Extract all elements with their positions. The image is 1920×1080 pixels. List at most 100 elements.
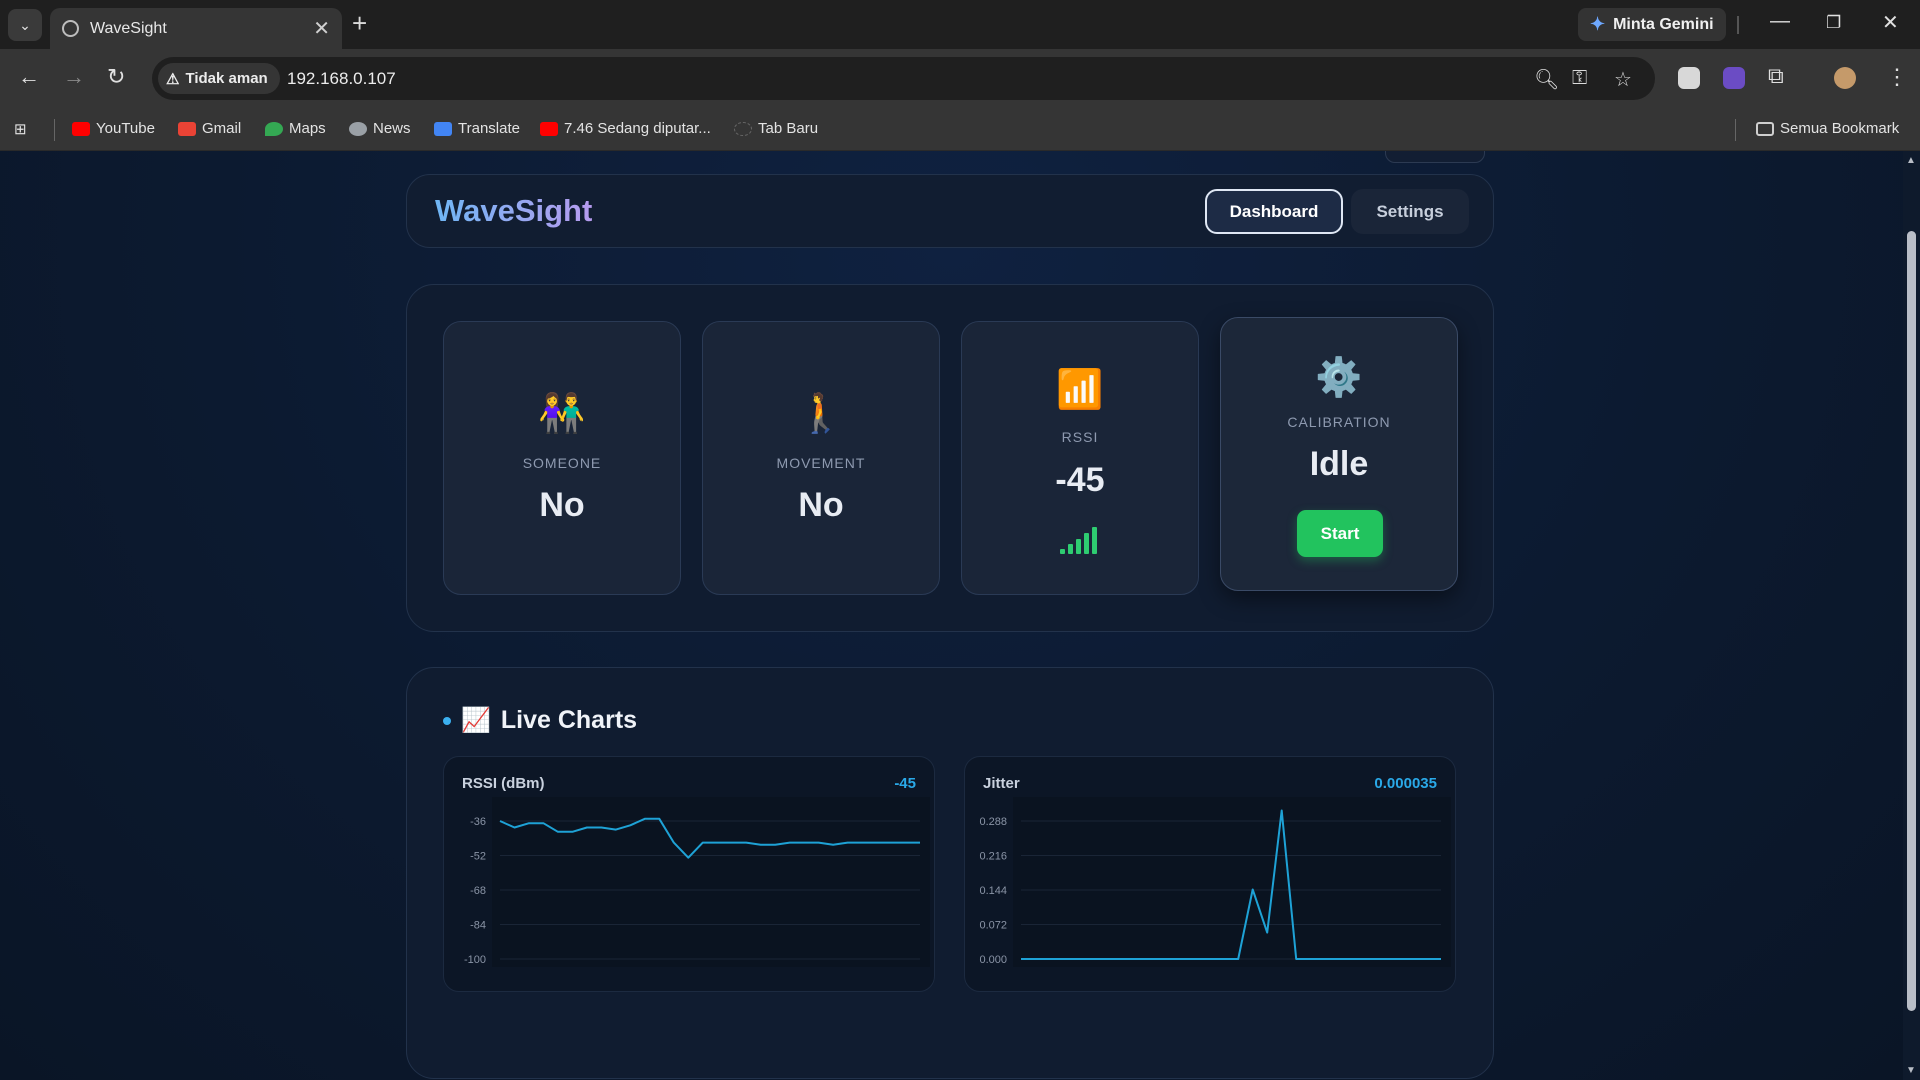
globe-icon [62,20,79,37]
movement-card: 🚶 MOVEMENT No [702,321,940,595]
people-icon: 👫 [538,393,586,435]
page-viewport: WaveSight Dashboard Settings 👫 SOMEONE N… [0,151,1903,1080]
rssi-card: 📶 RSSI -45 [961,321,1199,595]
bookmark-news[interactable]: News [349,120,411,137]
bookmark-label: Tab Baru [758,120,819,137]
jitter-chart-card: Jitter 0.000035 0.288 0.216 0.144 0.072 0.00… [964,756,1456,992]
rssi-chart-card: RSSI (dBm) -45 -36 -52 -68 -84 -100 [443,756,935,992]
bookmark-label: Maps [289,120,326,137]
start-calibration-button[interactable]: Start [1297,510,1383,557]
restore-icon[interactable]: ❐ [1826,13,1841,33]
url-text[interactable]: 192.168.0.107 [287,69,396,89]
zoom-icon[interactable]: 🔍︎ [1534,67,1559,92]
y-tick-label: -84 [470,920,486,932]
gemini-button[interactable]: ✦ Minta Gemini [1578,8,1726,41]
y-tick-label: 0.288 [979,816,1007,828]
security-label: Tidak aman [185,70,268,87]
rssi-chart-current: -45 [894,775,916,792]
chart-increasing-icon: 📈 [461,707,491,734]
charts-title: Live Charts [500,706,638,734]
rssi-chart-title: RSSI (dBm) [462,775,545,792]
chat-extension-icon[interactable] [1678,67,1700,89]
movement-value: No [798,486,844,524]
new-tab-button[interactable]: + [352,8,367,39]
app-header: WaveSight Dashboard Settings [406,174,1494,248]
rssi-label: RSSI [1061,429,1099,445]
bookmark-gmail[interactable]: Gmail [178,120,241,137]
walking-person-icon: 🚶 [797,393,845,435]
someone-label: SOMEONE [522,455,602,471]
minimize-icon[interactable]: — [1770,10,1790,33]
partially-hidden-button[interactable] [1385,151,1485,163]
calibration-value: Idle [1309,445,1369,483]
gemini-sparkle-icon: ✦ [1590,14,1606,34]
youtube-icon [72,121,90,136]
reload-icon[interactable]: ↻ [107,64,125,90]
scroll-thumb[interactable] [1907,231,1916,1011]
signal-chart-icon: 📶 [1056,369,1104,411]
divider [1735,119,1736,141]
calibration-label: CALIBRATION [1287,414,1391,430]
gear-icon: ⚙️ [1315,357,1363,399]
maps-icon [265,121,283,136]
folder-icon [1756,121,1774,136]
y-tick-label: 0.072 [979,920,1007,932]
y-tick-label: -36 [470,816,486,828]
scroll-up-icon[interactable]: ▲ [1906,155,1916,166]
bookmark-newtab[interactable]: Tab Baru [734,120,818,137]
rssi-line-chart: -36 -52 -68 -84 -100 [464,797,930,967]
divider [54,119,55,141]
status-panel: 👫 SOMEONE No 🚶 MOVEMENT No 📶 RSSI -45 ⚙️… [406,284,1494,632]
bookmark-star-icon[interactable]: ☆ [1614,67,1632,92]
puzzle-icon[interactable]: ⧉ [1768,63,1784,89]
bookmark-maps[interactable]: Maps [265,120,326,137]
menu-icon[interactable]: ⋮ [1886,64,1908,90]
bookmark-youtube[interactable]: YouTube [72,120,155,137]
jitter-line-chart: 0.288 0.216 0.144 0.072 0.000 [979,797,1451,967]
browser-tab[interactable]: WaveSight ✕ [50,8,342,49]
bookmark-label: Semua Bookmark [1780,120,1900,137]
window-close-icon[interactable]: ✕ [1882,10,1899,35]
gmail-icon [178,121,196,136]
charts-heading: 📈 Live Charts [443,706,637,735]
plot-area [492,797,930,967]
extension-icon[interactable] [1723,67,1745,89]
back-icon[interactable]: ← [18,64,40,90]
close-tab-icon[interactable]: ✕ [313,16,330,41]
blank-page-icon [734,121,752,136]
key-icon[interactable]: ⚿ [1572,67,1587,90]
gemini-label: Minta Gemini [1613,15,1714,33]
browser-tabstrip: ⌄ WaveSight ✕ + ✦ Minta Gemini — ❐ ✕ [0,0,1920,49]
bookmark-label: 7.46 Sedang diputar... [564,120,711,137]
youtube-icon [540,121,558,136]
security-chip[interactable]: ⚠ Tidak aman [158,63,280,94]
divider [1737,16,1739,34]
y-tick-label: -100 [464,954,486,966]
tab-search-button[interactable]: ⌄ [8,9,42,41]
translate-icon [434,121,452,136]
tab-title: WaveSight [90,20,167,37]
y-tick-label: -52 [470,851,486,863]
bookmark-label: News [373,120,411,137]
bookmarks-bar: ⊞ YouTube Gmail Maps News Translate 7.46… [0,108,1920,151]
signal-strength-icon [1060,524,1104,554]
movement-label: MOVEMENT [776,455,866,471]
warning-icon: ⚠ [166,70,180,88]
nav-dashboard-button[interactable]: Dashboard [1205,189,1343,234]
bookmark-label: YouTube [96,120,155,137]
rssi-value: -45 [1055,461,1105,499]
jitter-chart-current: 0.000035 [1374,775,1437,792]
bookmark-label: Gmail [202,120,242,137]
nav-settings-button[interactable]: Settings [1351,189,1469,234]
bookmark-translate[interactable]: Translate [434,120,520,137]
address-bar[interactable]: ⚠ Tidak aman 192.168.0.107 🔍︎ ⚿ ☆ [152,57,1655,100]
scroll-down-icon[interactable]: ▼ [1906,1065,1916,1076]
live-indicator [443,716,451,725]
avatar[interactable] [1834,67,1856,89]
forward-icon[interactable]: → [63,64,85,90]
apps-icon[interactable]: ⊞ [14,120,27,138]
page-scrollbar[interactable]: ▲ ▼ [1903,151,1920,1080]
bookmark-playing[interactable]: 7.46 Sedang diputar... [540,120,711,137]
all-bookmarks[interactable]: Semua Bookmark [1756,120,1899,137]
browser-toolbar: ← → ↻ ⚠ Tidak aman 192.168.0.107 🔍︎ ⚿ ☆ … [0,49,1920,108]
